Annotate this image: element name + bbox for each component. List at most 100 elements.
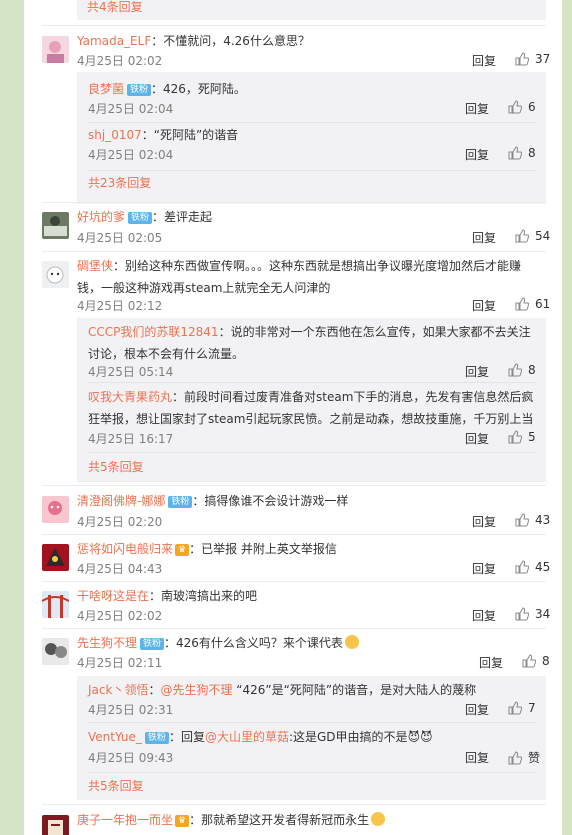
divider [42,485,546,486]
like-count: 37 [535,52,551,66]
like-button[interactable]: 8 [522,654,550,668]
divider [42,202,546,203]
like-button[interactable]: 赞 [508,749,540,766]
username[interactable]: 惩将如闪电般归来 [77,542,173,556]
reply-button[interactable]: 回复 [465,363,489,380]
more-replies-link[interactable]: 共4条回复 [77,0,546,20]
username[interactable]: 庚子一年抱一而坐 [77,813,173,827]
like-button[interactable]: 37 [515,52,550,66]
reply-list: 良梦菌 铁粉 ：426，死阿陆。 4月25日 02:04 回复 6 shj_0107… [77,72,546,204]
more-replies-link[interactable]: 共5条回复 [88,456,538,478]
reply-button[interactable]: 回复 [472,52,496,69]
thumbs-up-icon [515,52,529,66]
like-button[interactable]: 61 [515,297,550,311]
username[interactable]: 叹我大青果药丸 [88,390,172,404]
like-count: 43 [535,513,551,527]
username[interactable]: 好坑的爹 [77,210,125,224]
username[interactable]: 碉堡侠 [77,259,113,273]
thumbs-up-icon [515,229,529,243]
comment-body-line2: 钱，一般这种游戏再steam上就完全无人问津的 [77,281,331,295]
more-replies-link[interactable]: 共23条回复 [88,172,538,194]
like-button[interactable]: 43 [515,513,550,527]
avatar[interactable] [42,815,69,835]
divider [88,170,536,171]
avatar[interactable] [42,591,69,618]
username[interactable]: VentYue_ [88,730,142,744]
reply-text: CCCP我们的苏联12841：说的非常对一个东西他在怎么宣传，如果大家都不去关注… [88,321,538,365]
fan-badge: 铁粉 [140,638,165,650]
reply-text: VentYue_ 铁粉 ：回复@大山里的草菇:这是GD甲由搞的不是😈😈 [88,726,538,748]
thumbs-up-icon [508,430,522,444]
reply-body: :这是GD甲由搞的不是 [288,730,408,744]
reply-button[interactable]: 回复 [479,654,503,671]
reply-button[interactable]: 回复 [472,607,496,624]
reply-button[interactable]: 回复 [465,701,489,718]
username[interactable]: Yamada_ELF [77,34,151,48]
like-button[interactable]: 8 [508,363,536,377]
username[interactable]: Jack丶领悟 [88,683,148,697]
vip-badge-icon: ♛ [175,544,190,556]
reply-button[interactable]: 回复 [472,560,496,577]
comment-text: 碉堡侠：别给这种东西做宣传啊。。。这种东西就是想搞出争议曝光度增加然后才能赚 钱，… [77,255,547,299]
comment-time: 4月25日 02:02 [77,609,163,623]
avatar[interactable] [42,544,69,571]
avatar[interactable] [42,638,69,665]
comment-time: 4月25日 02:12 [77,299,163,313]
avatar[interactable] [42,261,69,288]
divider [42,25,546,26]
thumbs-up-icon [515,607,529,621]
reply-list: CCCP我们的苏联12841：说的非常对一个东西他在怎么宣传，如果大家都不去关注… [77,318,546,482]
like-button[interactable]: 6 [508,100,536,114]
reply-button[interactable]: 回复 [472,513,496,530]
username[interactable]: 干啥呀这是在 [77,589,149,603]
comment-time: 4月25日 02:05 [77,231,163,245]
thumbs-up-icon [522,654,536,668]
reply-text: Jack丶领悟：@先生狗不理 “426”是“死阿陆”的谐音，是对大陆人的蔑称 [88,679,538,701]
reply-time: 4月25日 02:04 [88,148,174,162]
like-count: 赞 [528,751,541,765]
thumbs-up-icon [508,701,522,715]
comment-time: 4月25日 02:02 [77,54,163,68]
comment-text: 干啥呀这是在：南玻湾搞出来的吧 [77,585,547,607]
fan-badge: 铁粉 [144,732,169,744]
reply-button[interactable]: 回复 [465,749,489,766]
avatar[interactable] [42,496,69,523]
reply-body: ：前段时间看过废青准备对steam下手的消息，先发有害信息然后疯 [172,390,534,404]
mention-link[interactable]: @大山里的草菇 [205,730,289,744]
username[interactable]: 良梦菌 [88,82,124,96]
reply-button[interactable]: 回复 [472,229,496,246]
reply-text: shj_0107：“死阿陆”的谐音 [88,124,538,146]
like-count: 7 [528,701,536,715]
comment-time: 4月25日 04:43 [77,562,163,576]
like-button[interactable]: 54 [515,229,550,243]
divider [42,251,546,252]
like-button[interactable]: 5 [508,430,536,444]
comment-body: ：南玻湾搞出来的吧 [149,589,258,603]
like-button[interactable]: 7 [508,701,536,715]
reply-button[interactable]: 回复 [465,100,489,117]
reply-body: ：“死阿陆”的谐音 [141,128,239,142]
reply-time: 4月25日 02:04 [88,102,174,116]
like-count: 54 [535,229,551,243]
avatar[interactable] [42,212,69,239]
like-count: 8 [542,654,550,668]
like-button[interactable]: 34 [515,607,550,621]
avatar[interactable] [42,36,69,63]
username[interactable]: CCCP我们的苏联12841 [88,325,219,339]
username[interactable]: shj_0107 [88,128,142,142]
comment-body: ：已举报 并附上英文举报信 [189,542,337,556]
comment-body: ：差评走起 [152,210,213,224]
like-count: 6 [528,100,536,114]
reply-time: 4月25日 05:14 [88,365,174,379]
like-button[interactable]: 45 [515,560,550,574]
mention-link[interactable]: @先生狗不理 [160,683,232,697]
more-replies-link[interactable]: 共5条回复 [88,775,538,797]
username[interactable]: 清澄阁佛牌-娜娜 [77,494,165,508]
username[interactable]: 先生狗不理 [77,636,137,650]
reply-body-rest: “426”是“死阿陆”的谐音，是对大陆人的蔑称 [232,683,477,697]
reply-button[interactable]: 回复 [465,146,489,163]
reply-button[interactable]: 回复 [472,297,496,314]
emoji-icon [344,635,359,649]
like-button[interactable]: 8 [508,146,536,160]
reply-button[interactable]: 回复 [465,430,489,447]
